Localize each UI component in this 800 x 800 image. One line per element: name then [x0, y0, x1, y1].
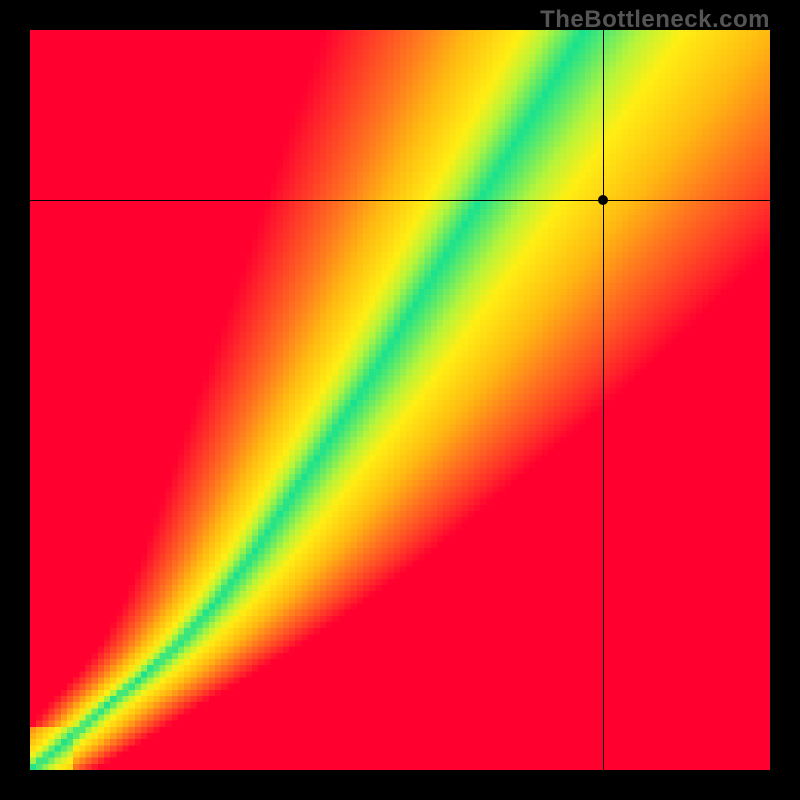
chart-stage: TheBottleneck.com	[0, 0, 800, 800]
watermark-label: TheBottleneck.com	[540, 6, 770, 34]
bottleneck-heatmap	[30, 30, 770, 770]
